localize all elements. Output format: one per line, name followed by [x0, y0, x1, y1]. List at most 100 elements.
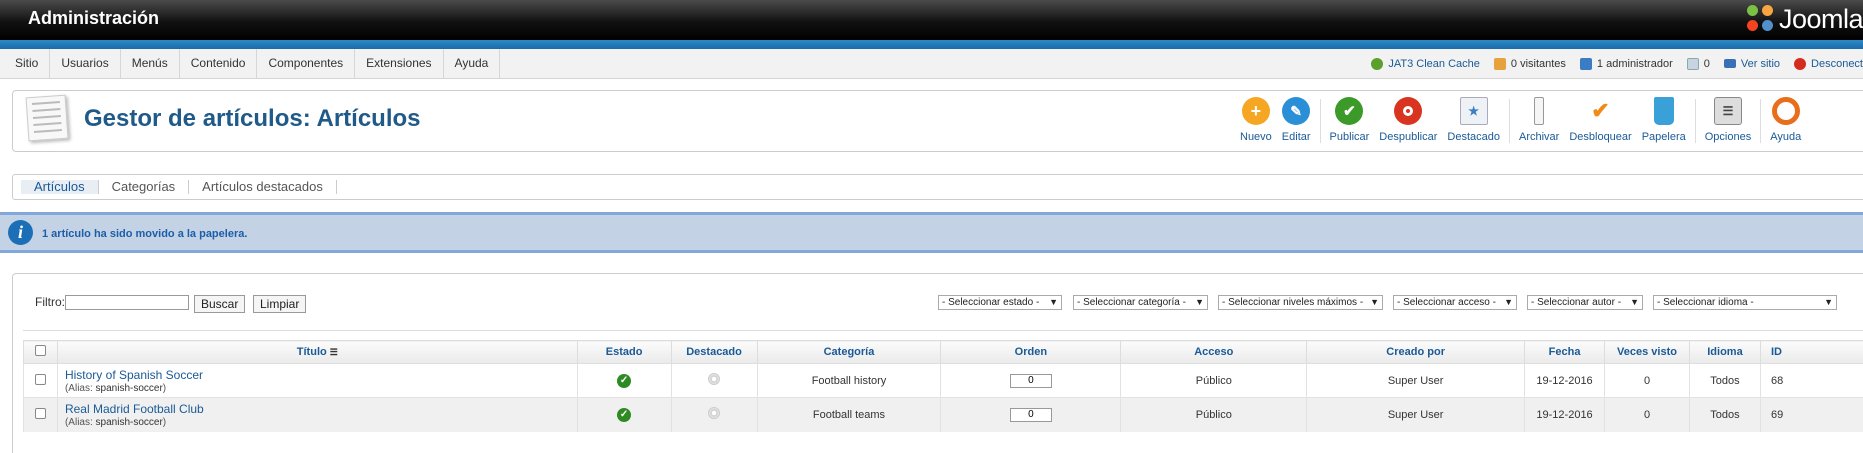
checkin-button[interactable]: ✔ Desbloquear [1564, 91, 1636, 153]
state-cell: ✓ [576, 397, 672, 432]
menu-contenido[interactable]: Contenido [180, 49, 258, 78]
alias-label: (Alias: [64, 416, 96, 428]
stop-icon [1394, 97, 1423, 125]
main-menu-bar: Sitio Usuarios Menús Contenido Component… [0, 49, 1863, 79]
published-icon[interactable]: ✓ [617, 373, 632, 388]
author-cell[interactable]: Super User [1306, 363, 1526, 398]
not-featured-icon[interactable] [708, 407, 721, 420]
menu-ayuda[interactable]: Ayuda [444, 49, 501, 78]
subnav-categories[interactable]: Categorías [99, 180, 190, 194]
unpublish-button[interactable]: Despublicar [1374, 91, 1442, 153]
cache-icon [1371, 57, 1384, 70]
plus-icon: + [1241, 97, 1270, 125]
view-site-link[interactable]: Ver sitio [1723, 58, 1780, 70]
select-all-checkbox[interactable] [34, 345, 46, 356]
col-date[interactable]: Fecha [1524, 340, 1606, 364]
menu-sitio[interactable]: Sitio [4, 49, 51, 78]
filter-label: Filtro: [35, 295, 65, 309]
not-featured-icon[interactable] [708, 373, 721, 385]
options-button[interactable]: ☰ Opciones [1700, 91, 1756, 153]
publish-button[interactable]: ✔ Publicar [1325, 91, 1375, 153]
joomla-logo-text: Joomla [1778, 3, 1863, 34]
col-order[interactable]: Orden [940, 340, 1122, 364]
filter-search-input[interactable] [65, 295, 189, 310]
select-category[interactable]: - Seleccionar categoría - [1073, 295, 1208, 310]
order-input[interactable] [1009, 373, 1052, 388]
col-featured[interactable]: Destacado [670, 340, 758, 364]
article-alias: (Alias: spanish-soccer) [64, 382, 167, 394]
order-input[interactable] [1009, 407, 1052, 422]
help-button[interactable]: Ayuda [1765, 91, 1806, 153]
menu-usuarios[interactable]: Usuarios [50, 49, 121, 78]
new-button[interactable]: + Nuevo [1235, 91, 1277, 153]
sort-icon: ☰ [329, 347, 338, 357]
col-author[interactable]: Creado por [1306, 340, 1526, 364]
table-header-row: Título ☰ Estado Destacado Categoría Orden… [23, 340, 1863, 364]
clean-cache-label: JAT3 Clean Cache [1388, 57, 1480, 70]
col-title-label: Título [296, 346, 327, 358]
article-alias: (Alias: spanish-soccer) [64, 416, 167, 428]
toolbar-divider [1760, 99, 1762, 143]
archive-button[interactable]: Archivar [1514, 91, 1564, 153]
col-id[interactable]: ID [1759, 340, 1863, 364]
messages-status[interactable]: 0 [1686, 57, 1710, 70]
toolbar-divider [1319, 99, 1321, 143]
menu-componentes[interactable]: Componentes [257, 49, 356, 78]
select-max-levels[interactable]: - Seleccionar niveles máximos - [1218, 295, 1383, 310]
language-cell: Todos [1688, 363, 1761, 398]
category-cell: Football history [756, 363, 942, 398]
article-title-link[interactable]: History of Spanish Soccer [65, 368, 577, 382]
articles-table: Título ☰ Estado Destacado Categoría Orden… [23, 340, 1863, 432]
toolbar-box: Gestor de artículos: Artículos + Nuevo ✎… [12, 90, 1863, 152]
archive-label: Archivar [1518, 131, 1560, 143]
monitor-icon [1723, 59, 1736, 68]
publish-label: Publicar [1329, 131, 1370, 143]
toolbar: + Nuevo ✎ Editar ✔ Publicar Despublicar … [1235, 91, 1806, 153]
category-cell: Football teams [756, 397, 942, 432]
col-state[interactable]: Estado [576, 340, 672, 364]
author-cell[interactable]: Super User [1306, 397, 1526, 432]
admin-title: Administración [28, 8, 160, 28]
col-access[interactable]: Acceso [1120, 340, 1308, 364]
menu-extensiones[interactable]: Extensiones [355, 49, 444, 78]
select-author[interactable]: - Seleccionar autor - [1527, 295, 1643, 310]
menu-menus[interactable]: Menús [121, 49, 180, 78]
logout-link[interactable]: Desconect [1794, 57, 1863, 70]
trash-button[interactable]: Papelera [1637, 91, 1691, 153]
visitors-status: 0 visitantes [1493, 57, 1566, 70]
select-language[interactable]: - Seleccionar idioma - [1653, 295, 1837, 310]
edit-button[interactable]: ✎ Editar [1277, 91, 1316, 153]
state-cell: ✓ [576, 363, 672, 398]
alias-label: (Alias: [64, 382, 96, 394]
col-category[interactable]: Categoría [756, 340, 942, 364]
row-checkbox[interactable] [34, 407, 46, 419]
archive-icon [1534, 97, 1545, 125]
joomla-logo-icon [1746, 5, 1775, 33]
edit-label: Editar [1281, 131, 1311, 143]
col-language[interactable]: Idioma [1688, 340, 1761, 364]
row-select-cell [23, 363, 58, 398]
subnav-featured[interactable]: Artículos destacados [189, 180, 337, 194]
submenu: Artículos Categorías Artículos destacado… [12, 174, 1863, 200]
select-access[interactable]: - Seleccionar acceso - [1393, 295, 1517, 310]
toolbar-divider [1694, 99, 1696, 143]
published-icon[interactable]: ✓ [617, 407, 632, 422]
clean-cache-link[interactable]: JAT3 Clean Cache [1371, 57, 1480, 70]
date-cell: 19-12-2016 [1524, 363, 1606, 398]
search-button[interactable]: Buscar [194, 295, 246, 313]
header-accent-bar [0, 40, 1863, 49]
clear-button[interactable]: Limpiar [253, 295, 307, 313]
order-cell [940, 363, 1122, 398]
featured-label: Destacado [1447, 131, 1500, 143]
col-title[interactable]: Título ☰ [56, 340, 578, 364]
article-title-link[interactable]: Real Madrid Football Club [65, 402, 577, 416]
articles-panel: Filtro: Buscar Limpiar - Seleccionar est… [12, 273, 1863, 453]
subnav-articles[interactable]: Artículos [21, 180, 99, 194]
col-hits[interactable]: Veces visto [1604, 340, 1690, 364]
row-checkbox[interactable] [34, 373, 46, 385]
hits-cell: 0 [1604, 397, 1690, 432]
featured-button[interactable]: ★ Destacado [1442, 91, 1505, 153]
id-cell: 69 [1759, 397, 1863, 432]
new-label: Nuevo [1240, 131, 1272, 143]
select-state[interactable]: - Seleccionar estado - [938, 295, 1062, 310]
